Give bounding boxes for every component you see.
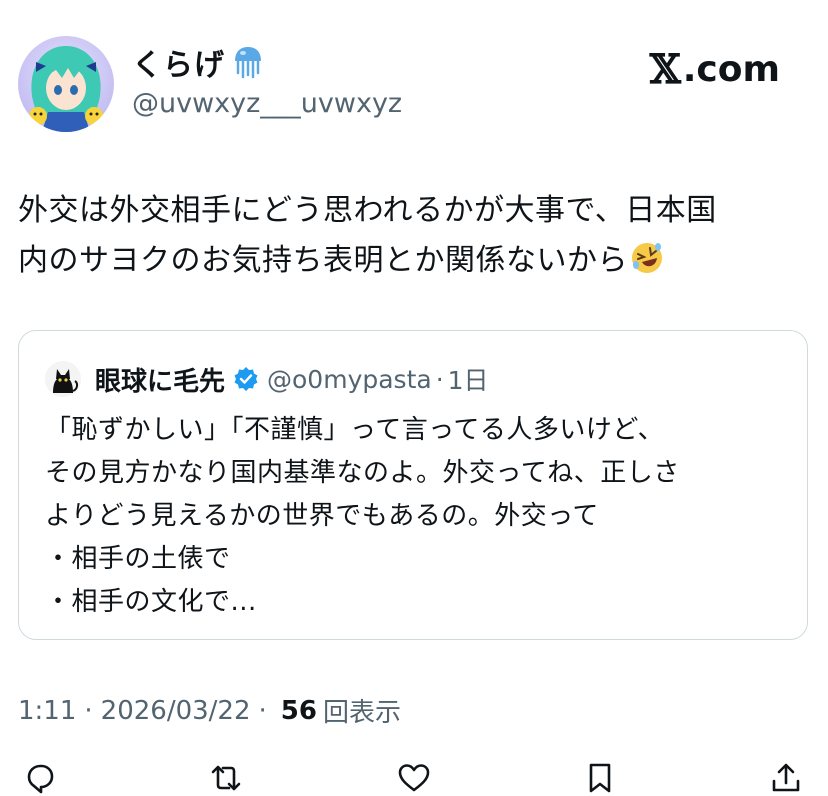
bookmark-button[interactable] xyxy=(580,760,620,796)
separator-dot: · xyxy=(435,364,444,394)
name-row: くらげ xyxy=(132,40,263,84)
site-name: .com xyxy=(682,49,780,90)
views-count: 56 xyxy=(280,695,317,726)
share-icon xyxy=(772,763,800,792)
verified-badge-icon xyxy=(233,366,259,392)
like-button[interactable] xyxy=(394,760,434,796)
like-icon xyxy=(398,764,430,792)
reply-button[interactable] xyxy=(20,760,60,796)
quote-line: 「恥ずかしい」「不謹慎」って言ってる人多いけど、 xyxy=(45,415,665,445)
quote-line: ・相手の文化で... xyxy=(45,587,257,617)
tweet-meta: 1:11 · 2026/03/22 · 56 回表示 xyxy=(18,692,401,729)
separator-dot: · xyxy=(258,695,267,726)
reply-icon xyxy=(27,764,54,794)
quote-line: その見方かなり国内基準なのよ。外交ってね、正しさ xyxy=(45,458,680,488)
quote-line: ・相手の土俵で xyxy=(45,544,231,574)
display-name[interactable]: くらげ xyxy=(132,40,225,84)
quote-display-name[interactable]: 眼球に毛先 xyxy=(95,361,225,398)
user-avatar[interactable] xyxy=(18,36,114,132)
quote-header: 眼球に毛先 @o0mypasta · 1日 xyxy=(45,359,489,399)
quote-avatar[interactable] xyxy=(45,361,81,397)
post-time[interactable]: 1:11 xyxy=(18,696,76,726)
quoted-tweet[interactable]: 眼球に毛先 @o0mypasta · 1日 「恥ずかしい」「不謹慎」って言ってる… xyxy=(18,330,808,640)
quote-handle[interactable]: @o0mypasta xyxy=(267,365,432,394)
user-handle[interactable]: @uvwxyz___uvwxyz xyxy=(132,88,402,119)
tweet-header: くらげ @uvwxyz___uvwxyz 𝕏 .com xyxy=(18,36,810,136)
views-label: 回表示 xyxy=(322,698,401,728)
jellyfish-icon xyxy=(233,45,263,79)
quote-text: 「恥ずかしい」「不謹慎」って言ってる人多いけど、 その見方かなり国内基準なのよ。… xyxy=(45,409,795,624)
separator-dot: · xyxy=(84,695,93,726)
retweet-icon xyxy=(211,765,241,791)
rolling-on-floor-laughing-icon xyxy=(630,241,664,275)
x-mark-icon: 𝕏 xyxy=(649,46,681,93)
tweet-text: 外交は外交相手にどう思われるかが大事で、日本国 内のサヨクのお気持ち表明とか関係… xyxy=(18,186,808,286)
quote-time[interactable]: 1日 xyxy=(448,361,489,397)
bookmark-icon xyxy=(589,763,611,793)
tweet-line: 外交は外交相手にどう思われるかが大事で、日本国 xyxy=(18,193,717,228)
quote-line: よりどう見えるかの世界でもあるの。外交って xyxy=(45,501,599,531)
tweet-line: 内のサヨクのお気持ち表明とか関係ないから xyxy=(18,243,628,278)
action-bar xyxy=(0,760,828,795)
retweet-button[interactable] xyxy=(206,760,246,796)
x-logo: 𝕏 .com xyxy=(650,46,780,93)
post-date[interactable]: 2026/03/22 xyxy=(101,696,251,726)
share-button[interactable] xyxy=(766,760,806,796)
